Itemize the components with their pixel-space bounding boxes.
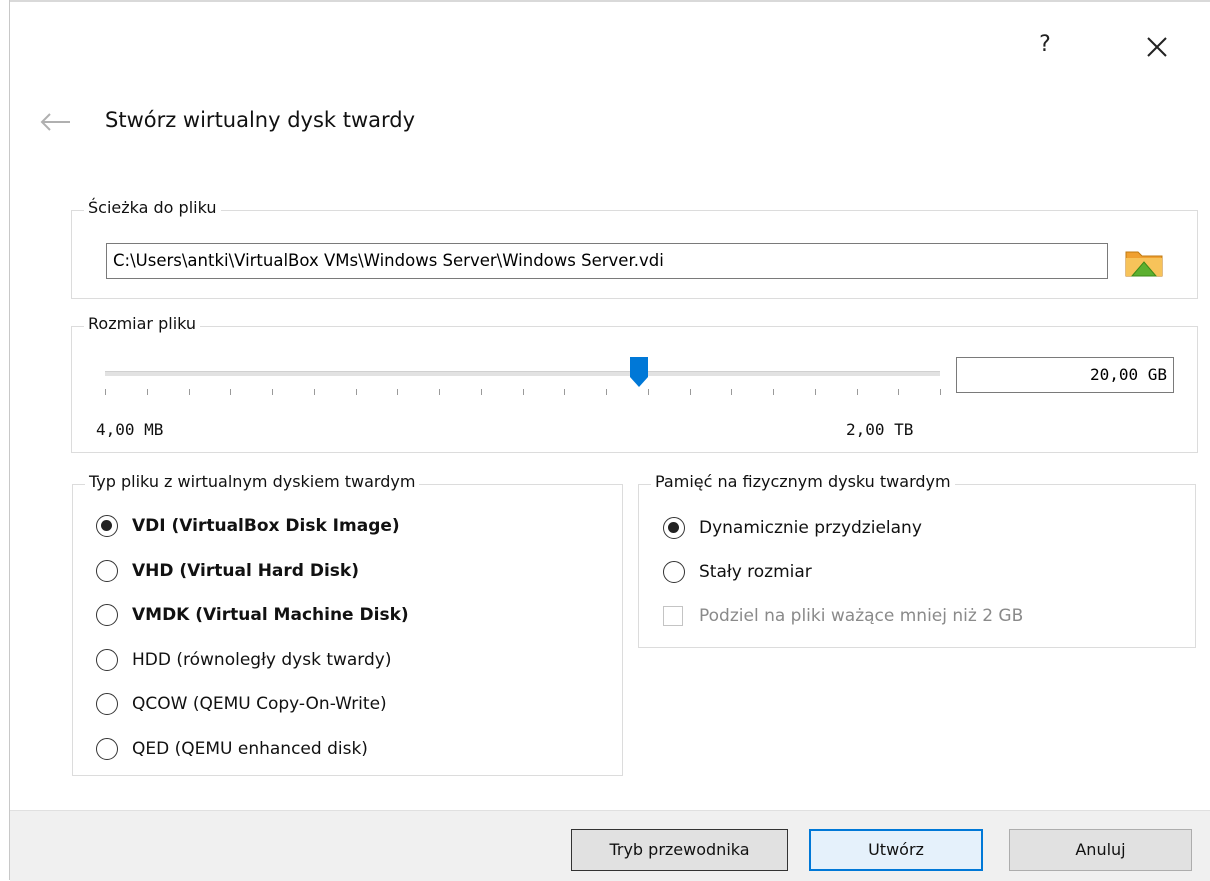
file-type-option[interactable]: VHD (Virtual Hard Disk) — [96, 559, 360, 582]
storage-label: Stały rozmiar — [699, 562, 812, 582]
min-size-label: 4,00 MB — [96, 420, 164, 439]
create-button[interactable]: Utwórz — [809, 829, 983, 871]
file-type-option[interactable]: QED (QEMU enhanced disk) — [96, 737, 368, 760]
slider-tick — [188, 389, 190, 395]
file-type-option[interactable]: VMDK (Virtual Machine Disk) — [96, 604, 409, 626]
dialog-footer: Tryb przewodnika Utwórz Anuluj — [10, 810, 1210, 881]
file-type-group-title: Typ pliku z wirtualnym dyskiem twardym — [85, 472, 420, 491]
file-type-option[interactable]: HDD (równoległy dysk twardy) — [96, 648, 392, 671]
storage-radio[interactable] — [663, 561, 685, 583]
close-button[interactable] — [1140, 30, 1174, 64]
storage-label: Dynamicznie przydzielany — [699, 518, 922, 538]
file-type-label: QED (QEMU enhanced disk) — [132, 738, 368, 759]
file-path-group-title: Ścieżka do pliku — [84, 198, 221, 217]
file-type-label: VMDK (Virtual Machine Disk) — [132, 605, 409, 625]
file-size-group-title: Rozmiar pliku — [84, 314, 201, 333]
file-size-slider-thumb[interactable] — [628, 355, 650, 389]
back-arrow-icon — [40, 113, 70, 131]
slider-tick — [647, 389, 649, 395]
file-type-radio[interactable] — [96, 559, 118, 582]
slider-thumb-icon — [630, 357, 649, 387]
slider-tick — [397, 389, 399, 395]
choose-file-button[interactable] — [1122, 242, 1166, 280]
slider-tick — [564, 389, 566, 395]
file-size-input[interactable]: 20,00 GB — [956, 357, 1174, 393]
storage-option[interactable]: Stały rozmiar — [663, 561, 812, 583]
slider-tick — [522, 389, 524, 395]
slider-tick — [689, 389, 691, 395]
guided-mode-button[interactable]: Tryb przewodnika — [571, 829, 788, 871]
slider-tick — [773, 389, 774, 395]
slider-tick — [606, 389, 607, 395]
file-type-label: VHD (Virtual Hard Disk) — [132, 560, 360, 581]
split-files-label: Podziel na pliki ważące mniej niż 2 GB — [699, 606, 1024, 626]
close-icon — [1147, 37, 1167, 57]
file-type-radio[interactable] — [96, 737, 118, 760]
split-files-checkbox[interactable] — [663, 606, 683, 626]
slider-tick — [439, 389, 440, 395]
back-button[interactable] — [38, 110, 74, 134]
slider-tick — [731, 389, 733, 395]
storage-radio[interactable] — [663, 517, 685, 539]
file-type-radio[interactable] — [96, 693, 118, 715]
slider-tick — [105, 389, 106, 395]
slider-tick — [940, 389, 941, 395]
file-type-radio[interactable] — [96, 604, 118, 626]
file-size-slider-track[interactable] — [105, 371, 940, 376]
folder-icon — [1125, 251, 1163, 277]
file-type-label: HDD (równoległy dysk twardy) — [132, 649, 392, 670]
help-button[interactable]: ? — [1030, 28, 1060, 62]
page-title: Stwórz wirtualny dysk twardy — [105, 108, 416, 132]
file-type-radio[interactable] — [96, 515, 118, 537]
file-type-option[interactable]: QCOW (QEMU Copy-On-Write) — [96, 693, 387, 715]
file-type-radio[interactable] — [96, 648, 118, 671]
file-type-label: QCOW (QEMU Copy-On-Write) — [132, 694, 387, 714]
file-type-option[interactable]: VDI (VirtualBox Disk Image) — [96, 515, 400, 537]
slider-tick — [898, 389, 900, 395]
slider-tick — [856, 389, 858, 395]
cancel-button[interactable]: Anuluj — [1009, 829, 1192, 871]
slider-tick — [814, 389, 816, 395]
split-files-checkbox-row[interactable]: Podziel na pliki ważące mniej niż 2 GB — [663, 606, 1023, 626]
slider-tick — [480, 389, 482, 395]
slider-tick — [313, 389, 315, 395]
slider-tick — [355, 389, 357, 395]
slider-tick — [272, 389, 273, 395]
slider-tick — [230, 389, 232, 395]
create-virtual-disk-dialog: ? Stwórz wirtualny dysk twardy Ścieżka d… — [9, 0, 1210, 881]
storage-group-title: Pamięć na fizycznym dysku twardym — [651, 472, 955, 491]
storage-option[interactable]: Dynamicznie przydzielany — [663, 517, 922, 539]
max-size-label: 2,00 TB — [846, 420, 914, 439]
file-path-input[interactable]: C:\Users\antki\VirtualBox VMs\Windows Se… — [106, 243, 1108, 279]
file-type-label: VDI (VirtualBox Disk Image) — [132, 516, 400, 536]
window-top-border — [10, 0, 1210, 12]
slider-tick — [146, 389, 148, 395]
